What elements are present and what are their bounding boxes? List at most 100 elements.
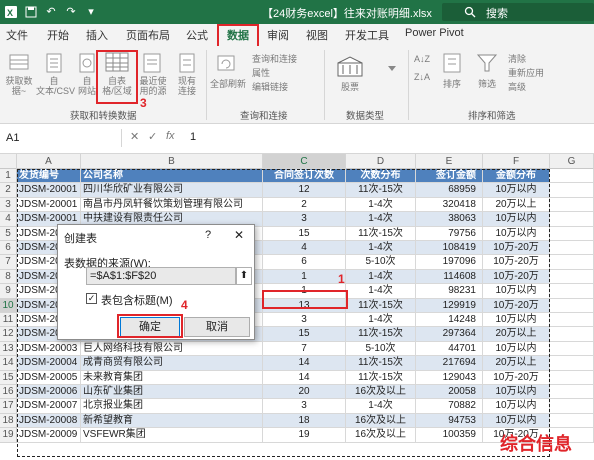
cell-contract-count[interactable]: 7 (263, 341, 346, 357)
has-headers-checkbox[interactable]: ✓ (86, 293, 97, 304)
header-cell-empty[interactable] (550, 169, 594, 184)
cell-count-range[interactable]: 11次-15次 (346, 183, 416, 198)
column-header-b[interactable]: B (81, 154, 263, 169)
cell-contract-count[interactable]: 19 (263, 428, 346, 443)
cell-shipment-id[interactable]: JDSM-20008 (17, 413, 81, 429)
cell-count-range[interactable]: 5-10次 (346, 255, 416, 270)
cell-amount-range[interactable]: 20万以上 (483, 197, 550, 213)
tab-view[interactable]: 视图 (306, 27, 328, 43)
cell-contract-amount[interactable]: 129919 (416, 298, 483, 313)
cell-empty[interactable] (550, 341, 594, 357)
row-header[interactable]: 12 (0, 327, 17, 342)
cell-amount-range[interactable]: 10万以内 (483, 183, 550, 198)
advanced-filter-button[interactable]: 高级 (508, 82, 526, 92)
tab-page-layout[interactable]: 页面布局 (126, 27, 170, 43)
cell-amount-range[interactable]: 10万以内 (483, 226, 550, 241)
cell-contract-count[interactable]: 15 (263, 327, 346, 342)
cell-contract-amount[interactable]: 197096 (416, 255, 483, 270)
cell-shipment-id[interactable]: JDSM-20004 (17, 356, 81, 371)
from-web-icon[interactable] (78, 52, 96, 74)
column-header-g[interactable]: G (550, 154, 594, 169)
row-header[interactable]: 17 (0, 399, 17, 414)
cell-contract-count[interactable]: 14 (263, 356, 346, 371)
cell-company-name[interactable]: 南昌市丹凤轩餐饮策划管理有限公司 (81, 197, 263, 213)
cell-empty[interactable] (550, 183, 594, 198)
cell-empty[interactable] (550, 385, 594, 400)
cell-contract-amount[interactable]: 94753 (416, 413, 483, 429)
save-icon[interactable] (24, 5, 38, 19)
cell-amount-range[interactable]: 10万以内 (483, 385, 550, 400)
cell-amount-range[interactable]: 10万以内 (483, 341, 550, 357)
cell-count-range[interactable]: 11次-15次 (346, 298, 416, 313)
cell-contract-amount[interactable]: 14248 (416, 313, 483, 328)
cell-empty[interactable] (550, 212, 594, 227)
tab-review[interactable]: 审阅 (267, 27, 289, 43)
sort-ascending-button[interactable]: A↓Z (414, 54, 430, 64)
cell-count-range[interactable]: 11次-15次 (346, 370, 416, 385)
cell-contract-count[interactable]: 1 (263, 269, 346, 285)
cell-amount-range[interactable]: 10万以内 (483, 413, 550, 429)
tab-file[interactable]: 文件 (6, 27, 28, 43)
cell-count-range[interactable]: 5-10次 (346, 341, 416, 357)
column-header-f[interactable]: F (483, 154, 550, 169)
undo-icon[interactable]: ↶ (44, 5, 58, 19)
cell-contract-amount[interactable]: 114608 (416, 269, 483, 285)
help-icon[interactable]: ? (205, 229, 211, 241)
row-header[interactable]: 2 (0, 183, 17, 198)
formula-input[interactable]: 1 (190, 131, 196, 143)
row-header[interactable]: 6 (0, 241, 17, 256)
cell-empty[interactable] (550, 298, 594, 313)
cell-count-range[interactable]: 11次-15次 (346, 327, 416, 342)
cell-shipment-id[interactable]: JDSM-20003 (17, 341, 81, 357)
cell-shipment-id[interactable]: JDSM-20009 (17, 428, 81, 443)
column-header-e[interactable]: E (416, 154, 483, 169)
cell-contract-count[interactable]: 14 (263, 370, 346, 385)
reapply-filter-button[interactable]: 重新应用 (508, 68, 544, 78)
header-cell-shipment-id[interactable]: 发货编号 (17, 169, 81, 184)
cell-contract-amount[interactable]: 68959 (416, 183, 483, 198)
quick-access-customize-icon[interactable]: ▾ (84, 5, 98, 19)
cell-shipment-id[interactable]: JDSM-20005 (17, 370, 81, 385)
close-icon[interactable]: ✕ (234, 228, 244, 242)
tab-developer[interactable]: 开发工具 (345, 27, 389, 43)
cell-contract-count[interactable]: 3 (263, 313, 346, 328)
cell-amount-range[interactable]: 10万以内 (483, 313, 550, 328)
cell-empty[interactable] (550, 413, 594, 429)
cell-contract-amount[interactable]: 38063 (416, 212, 483, 227)
cell-company-name[interactable]: 巨人网络科技有限公司 (81, 341, 263, 357)
sort-descending-button[interactable]: Z↓A (414, 72, 430, 82)
cell-amount-range[interactable]: 10万以内 (483, 399, 550, 414)
redo-icon[interactable]: ↷ (64, 5, 78, 19)
cell-contract-count[interactable]: 12 (263, 183, 346, 198)
cell-amount-range[interactable]: 10万-20万 (483, 370, 550, 385)
stocks-icon[interactable] (336, 56, 364, 78)
queries-connections-button[interactable]: 查询和连接 (252, 54, 297, 64)
cell-company-name[interactable]: 未来教育集团 (81, 370, 263, 385)
cell-shipment-id[interactable]: JDSM-20001 (17, 197, 81, 213)
cell-empty[interactable] (550, 356, 594, 371)
recent-sources-icon[interactable] (142, 52, 162, 74)
select-all-corner[interactable] (0, 154, 17, 169)
row-header[interactable]: 9 (0, 284, 17, 299)
cell-shipment-id[interactable]: JDSM-20007 (17, 399, 81, 414)
cell-empty[interactable] (550, 255, 594, 270)
column-header-c[interactable]: C (263, 154, 346, 169)
cell-contract-count[interactable]: 3 (263, 212, 346, 227)
cancel-button[interactable]: 取消 (184, 317, 250, 337)
tab-insert[interactable]: 插入 (86, 27, 108, 43)
refresh-all-icon[interactable] (214, 52, 238, 76)
edit-links-button[interactable]: 编辑链接 (252, 82, 288, 92)
cell-empty[interactable] (550, 284, 594, 299)
collapse-dialog-icon[interactable]: ⬆ (236, 267, 252, 285)
cell-company-name[interactable]: 新希望教育 (81, 413, 263, 429)
cell-contract-amount[interactable]: 20058 (416, 385, 483, 400)
column-header-a[interactable]: A (17, 154, 81, 169)
header-cell-contract-amount[interactable]: 签订金额 (416, 169, 483, 184)
cell-amount-range[interactable]: 20万以上 (483, 356, 550, 371)
row-header[interactable]: 4 (0, 212, 17, 227)
header-cell-count-range[interactable]: 次数分布 (346, 169, 416, 184)
row-header[interactable]: 19 (0, 428, 17, 443)
cell-company-name[interactable]: VSFEWR集团 (81, 428, 263, 443)
column-header-d[interactable]: D (346, 154, 416, 169)
get-data-icon[interactable] (8, 52, 30, 74)
